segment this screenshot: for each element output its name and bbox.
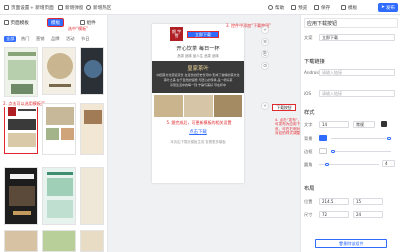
save-icon xyxy=(314,5,319,10)
position-x-input[interactable]: 214.5 xyxy=(319,198,349,205)
ios-link-input[interactable]: 请输入链接 xyxy=(319,90,395,97)
page-setting-button[interactable]: 页面设置 xyxy=(4,3,29,12)
border-width-slider[interactable] xyxy=(331,151,391,153)
button-text-input[interactable]: 立即下载 xyxy=(319,34,395,41)
border-label: 边框 xyxy=(304,149,313,154)
save-button[interactable]: 保存 xyxy=(314,3,330,12)
template-thumb-7[interactable] xyxy=(42,167,76,225)
annotation-update-settings: 5. 跟完成后，可更新模板的相关设置 xyxy=(166,120,232,125)
popup-icon xyxy=(58,5,63,10)
tea-photo-2 xyxy=(184,95,213,117)
tab-page-template[interactable]: 页面模板 xyxy=(4,18,29,27)
border-color-swatch[interactable] xyxy=(319,148,327,154)
add-popup-button[interactable]: 新增弹窗 xyxy=(58,3,83,12)
publish-button[interactable]: ➤ 发布 xyxy=(378,3,398,12)
download-button-component[interactable]: 下载按钮 xyxy=(272,104,296,111)
category-hot[interactable]: 热门 xyxy=(19,36,31,42)
template-thumb-5[interactable] xyxy=(42,47,76,95)
section-download-link: 下载链接 xyxy=(304,59,325,65)
radius-input[interactable]: 4 xyxy=(382,160,395,167)
phone-heading: 开心饮茶 每日一杯 xyxy=(176,46,220,52)
position-label: 位置 xyxy=(304,199,313,204)
template-icon xyxy=(341,5,346,10)
font-color-swatch[interactable] xyxy=(381,121,387,127)
radius-label: 圆角 xyxy=(304,162,313,167)
template-panel: 页面模板 模板 组件 选中“模板” 全部 热门 营销 品牌 活动 节日 2. 点… xyxy=(0,15,108,252)
category-event[interactable]: 活动 xyxy=(64,36,76,42)
category-all[interactable]: 全部 xyxy=(4,36,17,42)
tea-banner: 皇家茶叶 中国茶文化源远流长 在漫长的历史长河中 形成了独特的茶文化 茶叶之美 … xyxy=(152,61,244,93)
delete-component-button[interactable]: 🗑 删除该组件 xyxy=(315,239,387,248)
font-size-input[interactable]: 14 xyxy=(319,121,349,128)
component-icon xyxy=(80,20,85,25)
add-page-button[interactable]: + 新增页面 xyxy=(30,3,54,12)
template-thumb-2[interactable] xyxy=(4,103,38,154)
border-width-knob[interactable] xyxy=(331,149,335,153)
banner-title: 皇家茶叶 xyxy=(187,66,209,72)
background-color-swatch[interactable] xyxy=(319,135,327,141)
help-button[interactable]: 帮助 xyxy=(268,3,284,12)
font-weight-select[interactable]: 常规 xyxy=(353,121,375,128)
section-style: 样式 xyxy=(304,110,315,116)
template-thumb-11[interactable] xyxy=(80,167,104,225)
target-button[interactable]: ⊙ xyxy=(261,62,269,70)
download-link[interactable]: 点击下载 xyxy=(180,129,216,135)
layout-icon xyxy=(4,20,9,25)
android-label: Android xyxy=(304,70,321,75)
add-hotspot-button[interactable]: 新增热区 xyxy=(86,3,111,12)
tab-template[interactable]: 模板 xyxy=(47,18,65,27)
radius-knob[interactable] xyxy=(325,162,329,166)
category-festival[interactable]: 节日 xyxy=(79,36,91,42)
template-button[interactable]: 模板 xyxy=(341,3,357,12)
background-opacity-slider[interactable] xyxy=(331,138,391,140)
top-toolbar: 页面设置 + 新增页面 新增弹窗 新增热区 帮助 预览 保存 模板 ➤ 发布 xyxy=(0,0,400,15)
eye-icon xyxy=(291,5,296,10)
phone-canvas: 朗 宇 雪 立即下载 开心饮茶 每日一杯 品茶 品味 品人生 品茶 品味 皇家茶… xyxy=(152,24,244,183)
template-thumb-1[interactable] xyxy=(4,47,38,97)
phone-footer: 本页由下载页模板生成 查看更多模板 xyxy=(170,140,226,144)
tea-photo-3 xyxy=(214,95,242,117)
download-button-canvas[interactable]: 立即下载 xyxy=(187,31,219,38)
category-marketing[interactable]: 营销 xyxy=(34,36,46,42)
background-opacity-knob[interactable] xyxy=(387,136,391,140)
template-thumb-6[interactable] xyxy=(42,103,76,155)
hotspot-icon xyxy=(86,5,91,10)
add-layer-button[interactable]: + xyxy=(261,26,269,34)
help-icon xyxy=(268,5,273,10)
copy-button[interactable]: ⎘ xyxy=(261,50,269,58)
category-brand[interactable]: 品牌 xyxy=(49,36,61,42)
template-thumb-12[interactable] xyxy=(80,230,104,252)
page-icon xyxy=(4,5,9,10)
tea-photo-1 xyxy=(154,95,183,117)
template-thumb-4[interactable] xyxy=(4,230,38,252)
section-layout: 布局 xyxy=(304,186,315,192)
preview-button[interactable]: 预览 xyxy=(291,3,307,12)
banner-text-3: 享受生活中的每一刻 宁静与美好 尽在杯中 xyxy=(170,83,226,87)
template-thumb-8[interactable] xyxy=(42,230,76,252)
send-icon: ➤ xyxy=(380,5,385,10)
banner-text-2: 茶叶之美 在于自然的馈赠 与匠心的传承 品一杯好茶 xyxy=(163,78,233,82)
phone-subtitle: 品茶 品味 品人生 品茶 品味 xyxy=(177,54,219,58)
annotation-click-template: 2. 点击可以选用模板页 xyxy=(3,101,46,107)
text-label: 文案 xyxy=(304,35,313,40)
template-thumb-10[interactable] xyxy=(80,103,104,155)
section-app-download: 应用下载按钮 xyxy=(304,18,398,28)
font-label: 文字 xyxy=(304,122,313,127)
template-thumb-9[interactable] xyxy=(80,47,104,95)
add-component-button[interactable]: + xyxy=(261,102,269,110)
size-label: 尺寸 xyxy=(304,212,313,217)
size-height-input[interactable]: 24 xyxy=(353,211,383,218)
banner-text-1: 中国茶文化源远流长 在漫长的历史长河中 形成了独特的茶文化 xyxy=(156,73,240,77)
properties-panel: 应用下载按钮 文案 立即下载 下载链接 Android 请输入链接 iOS 请输… xyxy=(300,15,400,252)
position-y-input[interactable]: 15 xyxy=(353,198,383,205)
android-link-input[interactable]: 请输入链接 xyxy=(319,69,395,76)
annotation-select-template: 选中“模板” xyxy=(68,26,89,31)
background-label: 背景 xyxy=(304,136,313,141)
size-width-input[interactable]: 72 xyxy=(319,211,349,218)
template-thumb-3[interactable] xyxy=(4,167,38,225)
layers-button[interactable]: ≡ xyxy=(261,38,269,46)
brand-logo: 朗 宇 雪 xyxy=(170,27,183,41)
ios-label: iOS xyxy=(304,91,312,96)
